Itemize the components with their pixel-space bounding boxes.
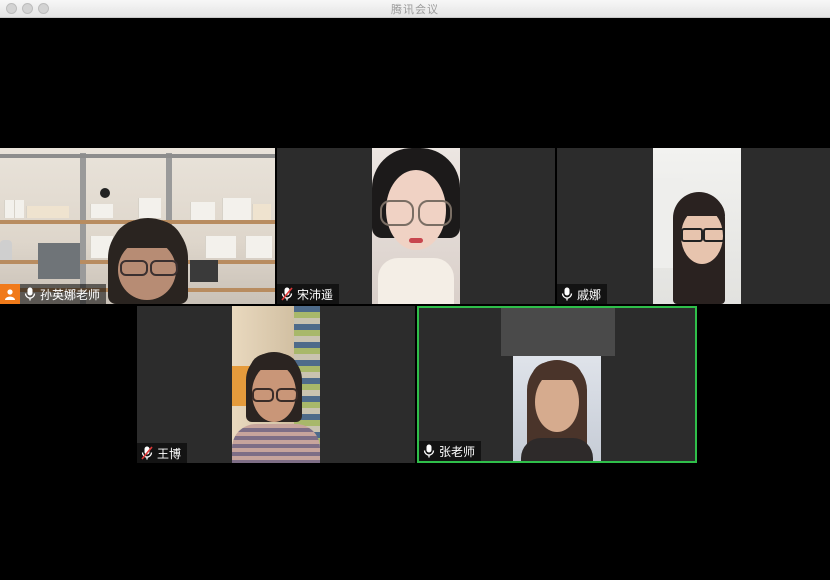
participant-video: [232, 306, 320, 463]
microphone-muted-icon[interactable]: [281, 287, 293, 301]
participant-tile[interactable]: 宋沛遥: [277, 148, 555, 304]
participant-video-top: [501, 308, 615, 356]
participant-name: 孙英娜老师: [40, 287, 101, 302]
participant-tile[interactable]: 孙英娜老师: [0, 148, 275, 304]
window-title: 腾讯会议: [391, 3, 439, 16]
microphone-icon[interactable]: [24, 287, 36, 301]
window-titlebar: 腾讯会议: [0, 0, 830, 18]
participant-name: 张老师: [439, 444, 476, 459]
participant-name: 戚娜: [577, 287, 602, 302]
participant-name: 宋沛遥: [297, 287, 334, 302]
participant-nameplate: 张老师: [419, 441, 482, 461]
participant-nameplate: 宋沛遥: [277, 284, 340, 304]
participant-tile[interactable]: 戚娜: [557, 148, 830, 304]
participant-tile[interactable]: 张老师: [417, 306, 697, 463]
participant-name: 王博: [157, 446, 182, 461]
participant-tile[interactable]: 王博: [137, 306, 415, 463]
microphone-icon[interactable]: [561, 287, 573, 301]
video-grid: 孙英娜老师 宋沛遥 戚娜 王博 张老师: [0, 18, 830, 580]
microphone-icon[interactable]: [423, 444, 435, 458]
person-icon: [0, 284, 20, 304]
participant-video: [513, 356, 601, 461]
participant-nameplate: 孙英娜老师: [0, 284, 107, 304]
participant-video: [653, 148, 741, 304]
participant-video: [372, 148, 460, 304]
microphone-muted-icon[interactable]: [141, 446, 153, 460]
participant-nameplate: 戚娜: [557, 284, 608, 304]
participant-video: [0, 148, 275, 304]
participant-nameplate: 王博: [137, 443, 188, 463]
